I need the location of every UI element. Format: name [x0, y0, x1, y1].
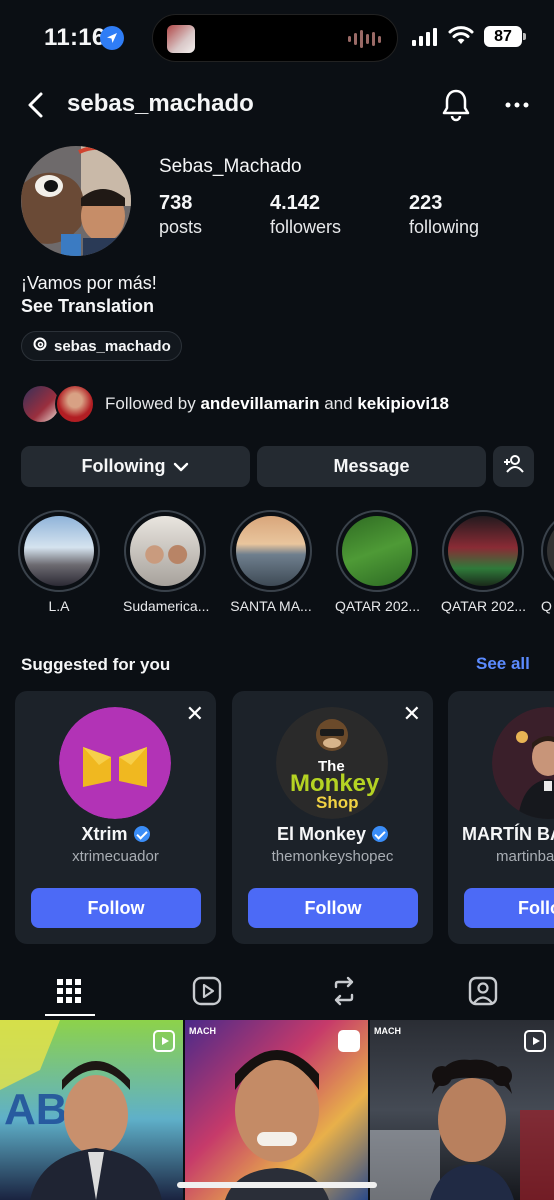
- logo-shop: Shop: [316, 793, 359, 812]
- following-button[interactable]: Following: [21, 446, 250, 487]
- tab-reposts[interactable]: [327, 974, 361, 1008]
- profile-avatar[interactable]: [21, 146, 131, 256]
- threads-icon: [32, 336, 48, 356]
- followers-count: 4.142: [270, 192, 321, 214]
- dismiss-icon[interactable]: ✕: [403, 703, 421, 725]
- followers-label: followers: [270, 217, 342, 237]
- highlight-item[interactable]: QATAR 202...: [441, 510, 527, 614]
- follower-avatar: [55, 384, 95, 424]
- story-highlights: L.A Sudamerica... SANTA MA... QATAR 202.…: [0, 510, 554, 620]
- tab-grid[interactable]: [52, 974, 86, 1008]
- following-stat[interactable]: 223 following: [409, 192, 479, 238]
- active-tab-indicator: [45, 1014, 95, 1016]
- battery-icon: 87: [484, 26, 526, 47]
- highlight-item[interactable]: SANTA MA...: [229, 510, 313, 614]
- follow-button[interactable]: Follow: [31, 888, 201, 928]
- highlight-label: QATAR 202...: [335, 598, 421, 614]
- tab-tagged[interactable]: [466, 974, 500, 1008]
- highlight-item[interactable]: Q: [541, 510, 554, 614]
- suggested-avatar[interactable]: [492, 707, 554, 819]
- posts-count: 738: [159, 192, 193, 214]
- profile-username: sebas_machado: [67, 90, 254, 117]
- threads-handle: sebas_machado: [54, 337, 171, 355]
- tab-reels[interactable]: [190, 974, 224, 1008]
- suggested-handle: themonkeyshopec: [271, 848, 394, 865]
- following-button-label: Following: [81, 456, 166, 476]
- highlight-label: SANTA MA...: [230, 598, 312, 614]
- following-count: 223: [409, 192, 443, 214]
- suggested-name: MARTÍN BA: [462, 824, 554, 844]
- verified-badge-icon: [133, 826, 150, 842]
- message-button[interactable]: Message: [257, 446, 486, 487]
- more-options-icon[interactable]: [504, 92, 530, 123]
- see-translation-link[interactable]: See Translation: [21, 296, 154, 317]
- profile-header: sebas_machado: [0, 80, 554, 130]
- reels-icon: [192, 976, 222, 1006]
- followed-by-row[interactable]: Followed by andevillamarin and kekipiovi…: [21, 382, 541, 426]
- suggested-handle: xtrimecuador: [72, 848, 159, 865]
- profile-bio: ¡Vamos por más!: [21, 273, 157, 293]
- back-arrow-icon[interactable]: [22, 90, 52, 120]
- post-thumbnail[interactable]: MACH: [185, 1020, 368, 1200]
- profile-tabs: [0, 966, 554, 1018]
- reel-badge-icon: [338, 1030, 360, 1052]
- dynamic-island[interactable]: [152, 14, 398, 62]
- highlight-label: Q: [541, 598, 552, 614]
- following-label: following: [409, 217, 480, 237]
- mach-badge: MACH: [189, 1026, 216, 1036]
- tagged-icon: [468, 976, 498, 1006]
- highlight-label: QATAR 202...: [441, 598, 527, 614]
- suggested-name: El Monkey: [232, 824, 433, 845]
- post-thumbnail[interactable]: AB: [0, 1020, 183, 1200]
- location-arrow-icon: [100, 26, 124, 50]
- posts-label: posts: [159, 217, 203, 237]
- see-all-link[interactable]: See all: [476, 654, 530, 674]
- reel-badge-icon: [153, 1030, 175, 1052]
- home-indicator[interactable]: [177, 1182, 377, 1188]
- audio-wave-icon: [348, 29, 381, 49]
- chevron-down-icon: [173, 456, 189, 477]
- suggested-name: Xtrim: [15, 824, 216, 845]
- highlight-label: L.A: [48, 598, 70, 614]
- highlight-item[interactable]: QATAR 202...: [335, 510, 421, 614]
- follow-button[interactable]: Follow: [248, 888, 418, 928]
- status-time: 11:16: [44, 24, 106, 51]
- suggested-card[interactable]: MARTÍN BA martinba Follo: [448, 691, 554, 944]
- highlight-label: Sudamerica...: [123, 598, 210, 614]
- add-user-button[interactable]: [493, 446, 534, 487]
- message-button-label: Message: [333, 456, 410, 476]
- add-user-icon: [503, 454, 525, 479]
- wifi-icon: [448, 24, 474, 51]
- suggested-card[interactable]: ✕ Xtrim xtrimecuador Follow: [15, 691, 216, 944]
- now-playing-thumbnail: [167, 25, 195, 53]
- suggested-avatar[interactable]: [59, 707, 171, 819]
- highlight-item[interactable]: Sudamerica...: [123, 510, 210, 614]
- suggested-title: Suggested for you: [21, 655, 171, 674]
- followers-stat[interactable]: 4.142 followers: [270, 192, 341, 238]
- threads-badge[interactable]: sebas_machado: [21, 331, 182, 361]
- verified-badge-icon: [372, 826, 389, 842]
- profile-display-name: Sebas_Machado: [159, 156, 302, 177]
- reposts-icon: [334, 976, 354, 1006]
- mach-badge: MACH: [374, 1026, 401, 1036]
- status-bar: 11:16 87: [0, 0, 554, 76]
- dismiss-icon[interactable]: ✕: [186, 703, 204, 725]
- post-grid: AB MACH MACH: [0, 1020, 554, 1200]
- highlight-item[interactable]: L.A: [17, 510, 101, 614]
- suggested-avatar[interactable]: The Monkey Shop: [276, 707, 388, 819]
- cellular-signal-icon: [412, 28, 437, 46]
- posts-stat[interactable]: 738 posts: [159, 192, 202, 238]
- post-thumbnail[interactable]: MACH: [370, 1020, 554, 1200]
- notification-bell-icon[interactable]: [440, 88, 472, 127]
- suggested-card[interactable]: The Monkey Shop ✕ El Monkey themonkeysho…: [232, 691, 433, 944]
- follow-button[interactable]: Follo: [464, 888, 554, 928]
- suggested-handle: martinba: [496, 848, 554, 865]
- grid-icon: [57, 979, 81, 1003]
- reel-badge-icon: [524, 1030, 546, 1052]
- svg-text:AB: AB: [4, 1085, 68, 1134]
- followed-by-text: Followed by andevillamarin and kekipiovi…: [105, 394, 449, 413]
